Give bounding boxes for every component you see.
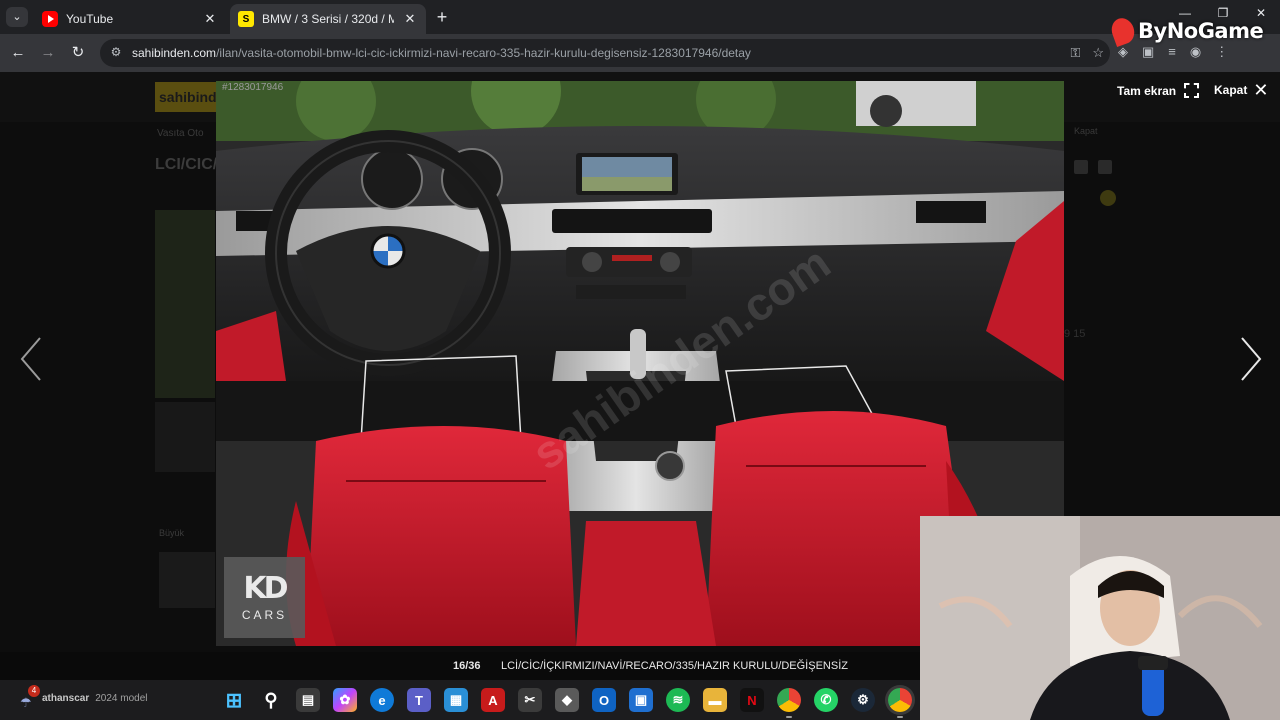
search-icon[interactable]: ⚲	[259, 688, 283, 712]
fullscreen-label: Tam ekran	[1117, 83, 1177, 98]
close-icon: ✕	[1253, 80, 1269, 100]
weather-icon: ☂	[20, 695, 32, 710]
photo-caption: LCİ/CİC/İÇKIRMIZI/NAVİ/RECARO/335/HAZIR …	[501, 660, 848, 672]
chrome-active-icon[interactable]	[888, 688, 912, 718]
copilot-icon[interactable]: ✿	[333, 688, 357, 712]
teams-icon[interactable]: T	[407, 688, 431, 712]
bg-price: 9 15	[1064, 328, 1086, 340]
bg-listing-title: LCI/CIC/	[155, 156, 218, 173]
close-tab-icon[interactable]: ✕	[402, 11, 418, 27]
bg-main-photo	[155, 210, 215, 398]
whatsapp-icon[interactable]: ✆	[814, 688, 838, 712]
file-explorer-icon[interactable]: ▬	[703, 688, 727, 712]
dealer-logo: KD CARS	[224, 557, 305, 638]
tab-youtube[interactable]: YouTube ✕	[34, 4, 226, 34]
reload-icon[interactable]: ↻	[68, 43, 88, 63]
chevron-right-icon	[1241, 337, 1262, 381]
site-info-icon[interactable]: ⚙	[108, 45, 124, 61]
windows-start-icon[interactable]: ⊞	[222, 688, 246, 712]
dealer-logo-text: CARS	[241, 607, 288, 622]
spotify-icon[interactable]: ≋	[666, 688, 690, 712]
close-label: Kapat	[1214, 83, 1248, 97]
extensions-area: ◈ ▣ ≡ ◉ ⋮	[1118, 44, 1228, 60]
bg-photo-secondary	[155, 402, 215, 472]
task-view-icon[interactable]: ▤	[296, 688, 320, 712]
back-icon[interactable]: ←	[8, 43, 28, 63]
bookmark-star-icon[interactable]: ☆	[1092, 45, 1104, 61]
media-icon[interactable]: ≡	[1168, 44, 1176, 60]
bg-big-photo-link: Büyük	[159, 528, 185, 538]
menu-dots-icon[interactable]: ⋮	[1215, 44, 1228, 60]
notification-badge: 4	[28, 685, 40, 697]
tab-strip: ⌄ YouTube ✕ S BMW / 3 Serisi / 320d / M …	[0, 0, 1280, 34]
next-photo-button[interactable]	[1236, 334, 1266, 384]
password-key-icon[interactable]: ⚿	[1070, 45, 1080, 61]
taskbar-apps: ⊞ ⚲ ▤ ✿ e T ▦ A ✂ ◆ O ▣ ≋ ▬ N ✆ ⚙	[222, 688, 912, 718]
streamer-logo: ByNoGame	[1108, 15, 1264, 47]
snipping-tool-icon[interactable]: ✂	[518, 688, 542, 712]
browser-toolbar: ← → ↻ ⚙ sahibinden.com/ilan/vasita-otomo…	[0, 34, 1280, 72]
shield-extension-icon[interactable]: ◈	[1118, 44, 1128, 60]
bynogame-text: ByNoGame	[1138, 19, 1264, 43]
webcam-image	[920, 516, 1280, 720]
ad-number: #1283017946	[222, 82, 284, 93]
edge-icon[interactable]: e	[370, 688, 394, 712]
store-icon[interactable]: ▦	[444, 688, 468, 712]
bynogame-logo-icon	[1108, 15, 1138, 47]
calculator-icon[interactable]: ▣	[629, 688, 653, 712]
close-viewer-button[interactable]: Kapat ✕	[1214, 80, 1269, 100]
widget-text: 2024 model	[95, 692, 148, 704]
tab-search-button[interactable]: ⌄	[6, 7, 28, 27]
taskbar-widget[interactable]: ☂ 4 athanscar 2024 model	[20, 685, 148, 711]
puzzle-extension-icon[interactable]: ▣	[1142, 44, 1154, 60]
caption-bar: 16/36 LCİ/CİC/İÇKIRMIZI/NAVİ/RECARO/335/…	[0, 652, 920, 680]
chevron-left-icon	[20, 337, 41, 381]
profile-icon[interactable]: ◉	[1190, 44, 1201, 60]
bg-site-logo: sahibinden	[155, 82, 233, 112]
outlook-icon[interactable]: O	[592, 688, 616, 712]
bg-badge	[1100, 190, 1116, 206]
photo-counter: 16/36	[453, 660, 481, 672]
widget-username: athanscar	[42, 692, 90, 704]
bg-thumbnail	[159, 552, 215, 608]
pdf-app-icon[interactable]: ◆	[555, 688, 579, 712]
new-tab-button[interactable]: +	[432, 8, 452, 28]
webcam-overlay	[920, 516, 1280, 720]
close-tab-icon[interactable]: ✕	[202, 11, 218, 27]
fullscreen-button[interactable]: Tam ekran	[1117, 83, 1200, 98]
youtube-icon	[42, 11, 58, 27]
sahibinden-icon: S	[238, 11, 254, 27]
url-path: /ilan/vasita-otomobil-bmw-lci-cic-ickirm…	[216, 46, 751, 60]
bg-icon	[1098, 160, 1112, 174]
tab-title: YouTube	[66, 12, 114, 26]
acrobat-icon[interactable]: A	[481, 688, 505, 712]
address-bar[interactable]: ⚙ sahibinden.com/ilan/vasita-otomobil-bm…	[100, 39, 1110, 67]
tab-sahibinden[interactable]: S BMW / 3 Serisi / 320d / M Spor ✕	[230, 4, 426, 34]
dealer-logo-mark: KD	[243, 570, 288, 606]
tab-title: BMW / 3 Serisi / 320d / M Spor	[262, 12, 394, 26]
bg-icon	[1074, 160, 1088, 174]
forward-icon[interactable]: →	[38, 43, 58, 63]
steam-icon[interactable]: ⚙	[851, 688, 875, 712]
bg-breadcrumb: Vasıta Oto	[157, 128, 204, 139]
expand-icon	[1184, 83, 1200, 98]
bg-right-label: Kapat	[1074, 126, 1098, 136]
netflix-icon[interactable]: N	[740, 688, 764, 712]
chrome-icon[interactable]	[777, 688, 801, 718]
windows-taskbar: ☂ 4 athanscar 2024 model ⊞ ⚲ ▤ ✿ e T ▦ A…	[0, 680, 920, 720]
previous-photo-button[interactable]	[16, 334, 46, 384]
url-host: sahibinden.com	[132, 46, 217, 60]
